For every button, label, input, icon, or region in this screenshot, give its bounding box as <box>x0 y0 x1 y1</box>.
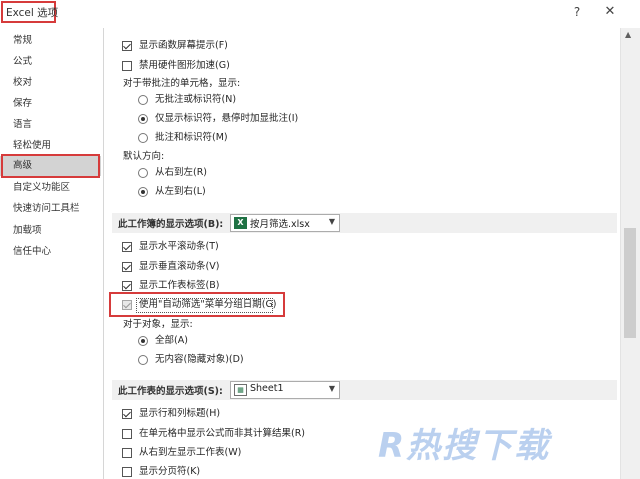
comments-and-indicators-radio[interactable] <box>138 133 148 143</box>
focus-rectangle <box>136 298 273 313</box>
sidebar-item-quick-access[interactable]: 快速访问工具栏 <box>0 199 101 219</box>
objects-all-label: 全部(A) <box>155 335 188 346</box>
sheet-icon: ▦ <box>234 384 247 396</box>
objects-none-label: 无内容(隐藏对象)(D) <box>155 354 244 365</box>
sidebar-item-general[interactable]: 常规 <box>0 31 101 51</box>
worksheet-dropdown-value: Sheet1 <box>250 383 284 394</box>
watermark-logo: R热搜下载 <box>378 426 551 466</box>
workbook-display-section: 此工作簿的显示选项(B): X 按月筛选.xlsx ▼ <box>112 213 617 233</box>
scroll-thumb[interactable] <box>624 228 636 338</box>
objects-none-radio[interactable] <box>138 355 148 365</box>
show-screentips-checkbox[interactable] <box>122 41 132 51</box>
show-hscroll-checkbox[interactable] <box>122 242 132 252</box>
workbook-dropdown[interactable]: X 按月筛选.xlsx ▼ <box>230 214 340 232</box>
show-page-breaks-label: 显示分页符(K) <box>139 466 201 477</box>
show-sheet-tabs-checkbox[interactable] <box>122 281 132 291</box>
sheet-rtl-label: 从右到左显示工作表(W) <box>139 447 242 458</box>
show-headers-label: 显示行和列标题(H) <box>139 408 221 419</box>
show-vscroll-label: 显示垂直滚动条(V) <box>139 261 220 272</box>
help-button[interactable]: ? <box>566 3 588 21</box>
sidebar-item-proofing[interactable]: 校对 <box>0 73 101 93</box>
no-comments-label: 无批注或标识符(N) <box>155 94 237 105</box>
disable-hw-accel-checkbox[interactable] <box>122 61 132 71</box>
scroll-up-icon[interactable]: ▲ <box>625 30 631 39</box>
right-to-left-radio[interactable] <box>138 168 148 178</box>
worksheet-section-label: 此工作表的显示选项(S): <box>118 386 223 397</box>
objects-all-radio[interactable] <box>138 336 148 346</box>
indicators-only-radio[interactable] <box>138 114 148 124</box>
window-title: Excel 选项 <box>6 7 59 19</box>
right-to-left-label: 从右到左(R) <box>155 167 208 178</box>
sidebar-item-language[interactable]: 语言 <box>0 115 101 135</box>
sidebar-item-formulas[interactable]: 公式 <box>0 52 101 72</box>
sidebar-item-save[interactable]: 保存 <box>0 94 101 114</box>
close-button[interactable]: ✕ <box>599 2 621 22</box>
show-screentips-label: 显示函数屏幕提示(F) <box>139 40 228 51</box>
indicators-only-label: 仅显示标识符，悬停时加显批注(I) <box>155 113 299 124</box>
chevron-down-icon: ▼ <box>328 217 335 226</box>
worksheet-display-section: 此工作表的显示选项(S): ▦ Sheet1 ▼ <box>112 380 617 400</box>
sheet-rtl-checkbox[interactable] <box>122 448 132 458</box>
comments-and-indicators-label: 批注和标识符(M) <box>155 132 228 143</box>
excel-file-icon: X <box>234 217 247 229</box>
options-panel: 显示函数屏幕提示(F) 禁用硬件图形加速(G) 对于带批注的单元格，显示: 无批… <box>104 28 620 479</box>
workbook-section-label: 此工作簿的显示选项(B): <box>118 219 224 230</box>
no-comments-radio[interactable] <box>138 95 148 105</box>
show-formulas-label: 在单元格中显示公式而非其计算结果(R) <box>139 428 306 439</box>
vertical-scrollbar[interactable]: ▲ <box>620 28 640 479</box>
show-page-breaks-checkbox[interactable] <box>122 467 132 477</box>
sidebar-item-trust-center[interactable]: 信任中心 <box>0 242 101 262</box>
show-formulas-checkbox[interactable] <box>122 429 132 439</box>
worksheet-dropdown[interactable]: ▦ Sheet1 ▼ <box>230 381 340 399</box>
sidebar-item-accessibility[interactable]: 轻松使用 <box>0 136 101 156</box>
sidebar: 常规 公式 校对 保存 语言 轻松使用 高级 自定义功能区 快速访问工具栏 加载… <box>0 28 101 479</box>
left-to-right-radio[interactable] <box>138 187 148 197</box>
sidebar-item-addins[interactable]: 加载项 <box>0 221 101 241</box>
chevron-down-icon: ▼ <box>328 384 335 393</box>
left-to-right-label: 从左到右(L) <box>155 186 206 197</box>
title-bar: Excel 选项 ? ✕ <box>0 0 640 28</box>
sidebar-item-customize-ribbon[interactable]: 自定义功能区 <box>0 178 101 198</box>
show-hscroll-label: 显示水平滚动条(T) <box>139 241 219 252</box>
show-vscroll-checkbox[interactable] <box>122 262 132 272</box>
show-headers-checkbox[interactable] <box>122 409 132 419</box>
disable-hw-accel-label: 禁用硬件图形加速(G) <box>139 60 230 71</box>
workbook-dropdown-value: 按月筛选.xlsx <box>250 219 310 230</box>
nav-highlight-box <box>1 154 100 178</box>
